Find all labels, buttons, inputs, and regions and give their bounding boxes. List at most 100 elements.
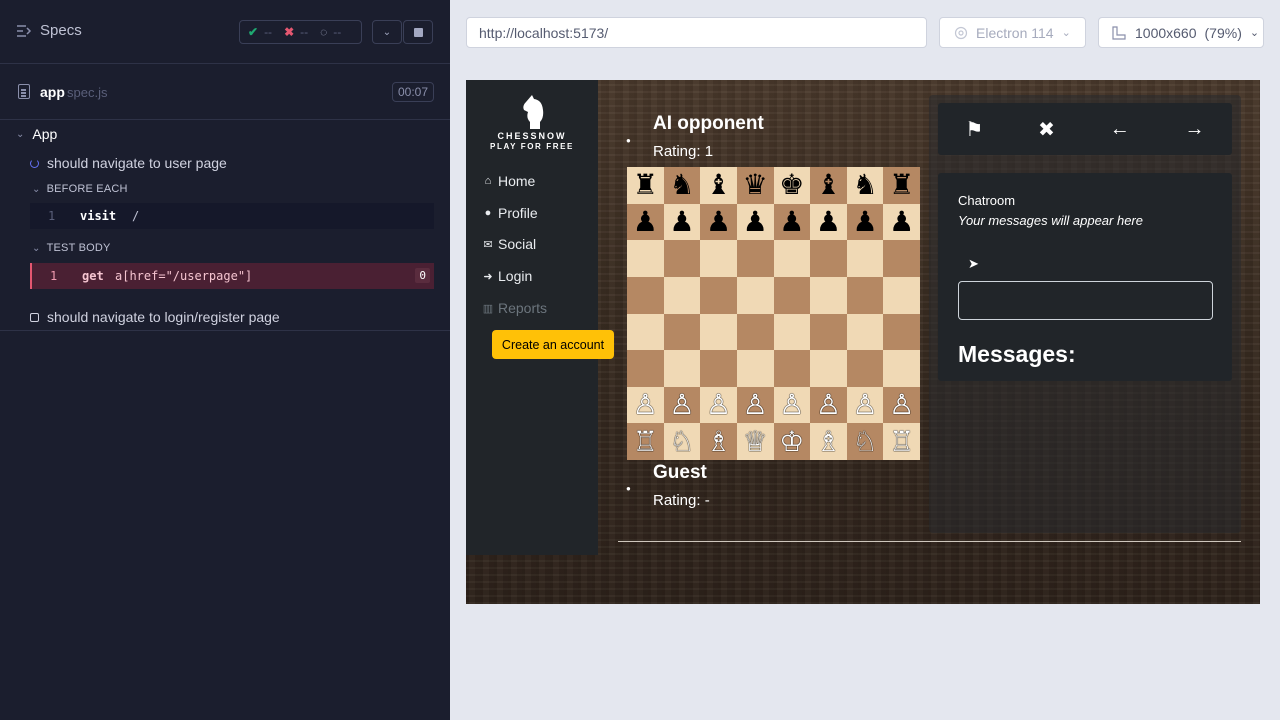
chess-piece[interactable]: ♙ — [889, 391, 914, 419]
chess-piece[interactable]: ♝ — [816, 171, 841, 199]
board-square[interactable] — [736, 350, 774, 387]
board-square[interactable] — [663, 350, 701, 387]
chess-piece[interactable]: ♔ — [779, 427, 804, 456]
board-square[interactable] — [846, 313, 884, 351]
chess-piece[interactable]: ♙ — [633, 391, 658, 419]
test-item-user-page[interactable]: should navigate to user page — [30, 155, 227, 171]
chess-piece[interactable]: ♘ — [669, 427, 694, 456]
board-square[interactable]: ♜ — [883, 167, 920, 204]
before-each-hook[interactable]: ⌄ BEFORE EACH — [32, 183, 128, 195]
chess-piece[interactable]: ♙ — [853, 391, 878, 419]
chess-piece[interactable]: ♟ — [816, 207, 841, 236]
chess-piece[interactable]: ♘ — [853, 427, 878, 456]
board-square[interactable]: ♗ — [810, 423, 847, 460]
url-bar[interactable]: http://localhost:5173/ — [466, 17, 927, 48]
board-square[interactable] — [627, 313, 664, 351]
chess-piece[interactable]: ♞ — [669, 171, 694, 199]
command-row-get[interactable]: 1 get a[href="/userpage"] 0 — [30, 263, 434, 289]
board-square[interactable] — [810, 240, 847, 277]
board-square[interactable] — [700, 313, 737, 351]
flag-icon[interactable]: ⚑ — [965, 117, 983, 142]
board-square[interactable]: ♟ — [663, 203, 701, 241]
chess-piece[interactable]: ♕ — [743, 427, 768, 456]
chess-piece[interactable]: ♙ — [779, 391, 804, 419]
board-square[interactable] — [810, 313, 847, 351]
chess-piece[interactable]: ♟ — [889, 207, 914, 236]
chess-piece[interactable]: ♙ — [706, 391, 731, 419]
chess-piece[interactable]: ♙ — [816, 391, 841, 419]
chess-board[interactable]: ♜ ♞ ♝ ♛ ♚ ♝ ♞ ♜ ♟ ♟ ♟ ♟ ♟ ♟ ♟ ♟ ♙ ♙ ♙ ♙ ♙ ♙ ♙ ♙ ♖ ♘ ♗ ♕ ♔ ♗ ♘ ♖ — [627, 167, 920, 460]
board-square[interactable] — [773, 276, 811, 314]
board-square[interactable]: ♟ — [846, 203, 884, 241]
board-square[interactable]: ♙ — [627, 386, 664, 424]
create-account-button[interactable]: Create an account — [492, 330, 614, 359]
chess-piece[interactable]: ♜ — [889, 171, 914, 199]
browser-selector[interactable]: Electron 114 ⌄ — [939, 17, 1086, 48]
board-square[interactable]: ♖ — [883, 423, 920, 460]
chess-piece[interactable]: ♖ — [633, 427, 658, 456]
board-square[interactable] — [700, 240, 737, 277]
close-icon[interactable]: ✖ — [1038, 117, 1055, 142]
arrow-right-icon[interactable]: → — [1185, 118, 1205, 141]
specs-button[interactable]: Specs — [16, 22, 82, 39]
board-square[interactable]: ♙ — [700, 386, 737, 424]
chess-piece[interactable]: ♙ — [669, 391, 694, 419]
nav-login[interactable]: ➜ Login — [482, 268, 532, 284]
board-square[interactable]: ♟ — [700, 203, 737, 241]
board-square[interactable]: ♛ — [736, 167, 774, 204]
viewport-selector[interactable]: 1000x660 (79%) ⌄ — [1098, 17, 1264, 48]
board-square[interactable] — [773, 240, 811, 277]
arrow-left-icon[interactable]: ← — [1110, 118, 1130, 141]
chess-piece[interactable]: ♟ — [669, 207, 694, 236]
send-icon[interactable]: ➤ — [968, 256, 979, 272]
board-square[interactable]: ♟ — [810, 203, 847, 241]
board-square[interactable] — [627, 350, 664, 387]
nav-profile[interactable]: ● Profile — [482, 205, 538, 221]
test-body-hook[interactable]: ⌄ TEST BODY — [32, 242, 111, 254]
board-square[interactable]: ♙ — [846, 386, 884, 424]
board-square[interactable] — [663, 313, 701, 351]
board-square[interactable] — [736, 313, 774, 351]
board-square[interactable]: ♘ — [663, 423, 701, 460]
board-square[interactable] — [846, 350, 884, 387]
board-square[interactable]: ♖ — [627, 423, 664, 460]
chess-piece[interactable]: ♜ — [633, 171, 658, 199]
board-square[interactable]: ♝ — [700, 167, 737, 204]
collapse-button[interactable]: ⌄ — [372, 20, 402, 44]
board-square[interactable]: ♘ — [846, 423, 884, 460]
board-square[interactable]: ♞ — [846, 167, 884, 204]
board-square[interactable] — [810, 350, 847, 387]
board-square[interactable] — [883, 350, 920, 387]
board-square[interactable]: ♝ — [810, 167, 847, 204]
test-item-login-page[interactable]: should navigate to login/register page — [30, 309, 280, 325]
chess-piece[interactable]: ♝ — [706, 171, 731, 199]
board-square[interactable] — [883, 276, 920, 314]
board-square[interactable] — [883, 313, 920, 351]
nav-home[interactable]: ⌂ Home — [482, 173, 536, 189]
board-square[interactable]: ♗ — [700, 423, 737, 460]
board-square[interactable] — [663, 276, 701, 314]
board-square[interactable]: ♕ — [736, 423, 774, 460]
board-square[interactable]: ♟ — [883, 203, 920, 241]
board-square[interactable] — [736, 276, 774, 314]
chess-piece[interactable]: ♟ — [779, 207, 804, 236]
chess-piece[interactable]: ♙ — [743, 391, 768, 419]
command-row-visit[interactable]: 1 visit / — [30, 203, 434, 229]
chat-input[interactable] — [958, 281, 1213, 320]
nav-reports[interactable]: ▥ Reports — [482, 300, 547, 316]
chess-piece[interactable]: ♖ — [889, 427, 914, 456]
board-square[interactable]: ♚ — [773, 167, 811, 204]
chess-piece[interactable]: ♟ — [743, 207, 768, 236]
board-square[interactable] — [846, 240, 884, 277]
board-square[interactable] — [627, 276, 664, 314]
board-square[interactable] — [810, 276, 847, 314]
board-square[interactable]: ♞ — [663, 167, 701, 204]
board-square[interactable] — [773, 313, 811, 351]
chess-piece[interactable]: ♗ — [816, 427, 841, 456]
board-square[interactable] — [700, 276, 737, 314]
chess-piece[interactable]: ♟ — [706, 207, 731, 236]
board-square[interactable] — [883, 240, 920, 277]
suite-title[interactable]: ⌄ App — [16, 126, 57, 142]
nav-social[interactable]: ✉ Social — [482, 236, 536, 252]
board-square[interactable] — [846, 276, 884, 314]
